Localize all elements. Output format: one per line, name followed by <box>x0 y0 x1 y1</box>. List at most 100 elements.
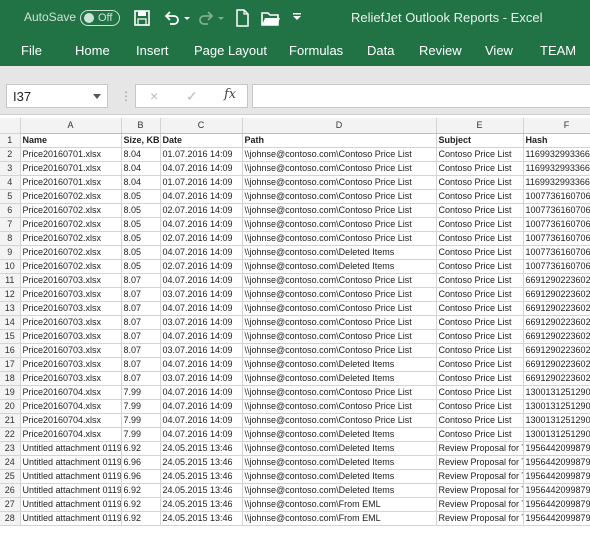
cancel-icon[interactable]: × <box>150 88 158 104</box>
tab-formulas[interactable]: Formulas <box>289 43 343 58</box>
row-number[interactable]: 15 <box>0 329 21 344</box>
open-folder-icon[interactable] <box>260 8 280 28</box>
tab-insert[interactable]: Insert <box>136 43 169 58</box>
cell[interactable]: \\johnse@contoso.com\Contoso Price List <box>242 315 437 330</box>
cell[interactable]: 10077361607060 <box>523 231 590 246</box>
cell[interactable]: 6.96 <box>121 455 161 470</box>
cell[interactable]: Contoso Price List <box>436 245 524 260</box>
cell[interactable]: 11699329933660 <box>523 147 590 162</box>
cell[interactable]: 7.99 <box>121 413 161 428</box>
tab-data[interactable]: Data <box>367 43 394 58</box>
cell[interactable]: Untitled attachment 01190 <box>20 455 122 470</box>
cell[interactable]: 19564420998790 <box>523 469 590 484</box>
cell[interactable]: Untitled attachment 01190 <box>20 483 122 498</box>
new-document-icon[interactable] <box>232 8 252 28</box>
cell[interactable]: 10077361607060 <box>523 217 590 232</box>
row-number[interactable]: 22 <box>0 427 21 442</box>
row-number[interactable]: 27 <box>0 497 21 512</box>
cell[interactable]: 04.07.2016 14:09 <box>160 357 243 372</box>
row-number[interactable]: 21 <box>0 413 21 428</box>
row-number[interactable]: 12 <box>0 287 21 302</box>
cell[interactable]: 10077361607060 <box>523 189 590 204</box>
cell[interactable]: Review Proposal for T <box>436 455 524 470</box>
cell[interactable]: 11699329933660 <box>523 161 590 176</box>
cell[interactable]: Contoso Price List <box>436 273 524 288</box>
cell[interactable]: 6.92 <box>121 511 161 526</box>
cell[interactable]: 19564420998790 <box>523 483 590 498</box>
formula-bar-grip-icon[interactable]: ⋮ <box>120 89 132 103</box>
cell[interactable]: Price20160703.xlsx <box>20 329 122 344</box>
cell[interactable]: Review Proposal for T <box>436 483 524 498</box>
cell[interactable]: 8.05 <box>121 189 161 204</box>
cell[interactable]: 04.07.2016 14:09 <box>160 301 243 316</box>
cell[interactable]: 8.05 <box>121 217 161 232</box>
cell[interactable]: 02.07.2016 14:09 <box>160 231 243 246</box>
cell[interactable]: Contoso Price List <box>436 315 524 330</box>
cell[interactable]: \\johnse@contoso.com\Contoso Price List <box>242 287 437 302</box>
cell[interactable]: 8.04 <box>121 147 161 162</box>
cell[interactable]: 8.07 <box>121 343 161 358</box>
cell[interactable]: Price20160702.xlsx <box>20 259 122 274</box>
cell[interactable]: 03.07.2016 14:09 <box>160 371 243 386</box>
cell[interactable]: Contoso Price List <box>436 399 524 414</box>
cell[interactable]: Price20160702.xlsx <box>20 245 122 260</box>
row-number[interactable]: 23 <box>0 441 21 456</box>
cell[interactable]: 66912902236020 <box>523 273 590 288</box>
row-number[interactable]: 9 <box>0 245 21 260</box>
column-header-e[interactable]: E <box>436 118 524 134</box>
cell[interactable]: Name <box>20 133 122 148</box>
cell[interactable]: 11699329933660 <box>523 175 590 190</box>
cell[interactable]: 6.92 <box>121 441 161 456</box>
row-number[interactable]: 1 <box>0 133 21 148</box>
cell[interactable]: Review Proposal for T <box>436 497 524 512</box>
cell[interactable]: 04.07.2016 14:09 <box>160 217 243 232</box>
formula-input[interactable] <box>252 84 590 108</box>
column-header-d[interactable]: D <box>242 118 437 134</box>
cell[interactable]: Contoso Price List <box>436 329 524 344</box>
cell[interactable]: Price20160703.xlsx <box>20 371 122 386</box>
cell[interactable]: \\johnse@contoso.com\Contoso Price List <box>242 301 437 316</box>
cell[interactable]: Contoso Price List <box>436 385 524 400</box>
cell[interactable]: Price20160702.xlsx <box>20 189 122 204</box>
cell[interactable]: 8.07 <box>121 329 161 344</box>
cell[interactable]: Untitled attachment 01190 <box>20 441 122 456</box>
cell[interactable]: 66912902236020 <box>523 287 590 302</box>
cell[interactable]: Price20160702.xlsx <box>20 203 122 218</box>
cell[interactable]: 04.07.2016 14:09 <box>160 245 243 260</box>
cell[interactable]: 24.05.2015 13:46 <box>160 497 243 512</box>
cell[interactable]: 8.07 <box>121 287 161 302</box>
cell[interactable]: Contoso Price List <box>436 189 524 204</box>
cell[interactable]: 7.99 <box>121 399 161 414</box>
row-number[interactable]: 19 <box>0 385 21 400</box>
enter-icon[interactable]: ✓ <box>186 88 198 105</box>
cell[interactable]: \\johnse@contoso.com\Deleted Items <box>242 357 437 372</box>
cell[interactable]: \\johnse@contoso.com\Contoso Price List <box>242 147 437 162</box>
undo-icon[interactable] <box>162 8 182 28</box>
cell[interactable]: 8.04 <box>121 161 161 176</box>
cell[interactable]: 19564420998790 <box>523 455 590 470</box>
row-number[interactable]: 20 <box>0 399 21 414</box>
cell[interactable]: 8.05 <box>121 231 161 246</box>
cell[interactable]: 24.05.2015 13:46 <box>160 455 243 470</box>
row-number[interactable]: 18 <box>0 371 21 386</box>
cell[interactable]: 66912902236020 <box>523 301 590 316</box>
cell[interactable]: 13001312512900 <box>523 385 590 400</box>
tab-home[interactable]: Home <box>75 43 110 58</box>
cell[interactable]: Contoso Price List <box>436 301 524 316</box>
row-number[interactable]: 3 <box>0 161 21 176</box>
cell[interactable]: 66912902236020 <box>523 343 590 358</box>
cell[interactable]: 13001312512900 <box>523 413 590 428</box>
cell[interactable]: 24.05.2015 13:46 <box>160 469 243 484</box>
cell[interactable]: 02.07.2016 14:09 <box>160 259 243 274</box>
cell[interactable]: Price20160702.xlsx <box>20 231 122 246</box>
cell[interactable]: 04.07.2016 14:09 <box>160 385 243 400</box>
select-all-corner[interactable] <box>0 118 21 134</box>
row-number[interactable]: 8 <box>0 231 21 246</box>
cell[interactable]: 13001312512900 <box>523 399 590 414</box>
cell[interactable]: 8.07 <box>121 315 161 330</box>
cell[interactable]: Contoso Price List <box>436 427 524 442</box>
name-box[interactable]: I37 <box>6 84 108 108</box>
row-number[interactable]: 4 <box>0 175 21 190</box>
row-number[interactable]: 2 <box>0 147 21 162</box>
cell[interactable]: Untitled attachment 01190 <box>20 497 122 512</box>
